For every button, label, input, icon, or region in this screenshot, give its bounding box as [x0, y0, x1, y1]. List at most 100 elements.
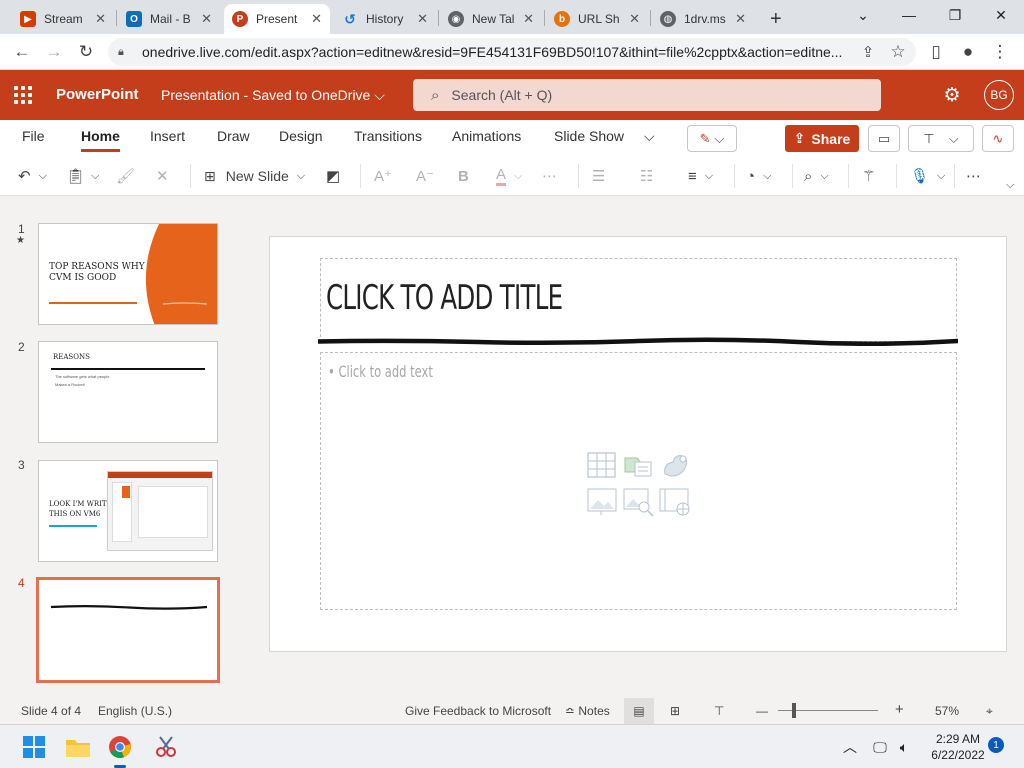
search-input[interactable]: ⌕ Search (Alt + Q): [413, 79, 881, 111]
tab-insert[interactable]: Insert: [150, 128, 185, 144]
slide-title-placeholder-text[interactable]: CLICK TO ADD TITLE: [326, 278, 563, 318]
close-tab-icon[interactable]: ✕: [523, 11, 534, 27]
tab-animations[interactable]: Animations: [452, 128, 521, 144]
show-hidden-icons-chevron[interactable]: ︿: [836, 733, 864, 761]
browser-tab-url-shortener[interactable]: b URL Sh ✕: [546, 4, 648, 34]
present-button[interactable]: ⊤ ⌵: [908, 125, 974, 152]
slide-sorter-icon[interactable]: ⊞: [670, 704, 680, 718]
insert-stock-image-icon[interactable]: [623, 488, 655, 518]
profile-icon[interactable]: ●: [954, 38, 982, 66]
find-button[interactable]: ⌕ ⌵: [804, 163, 829, 189]
slide-thumbnail[interactable]: REASONS The software gets what people Ma…: [38, 341, 218, 443]
format-painter-icon[interactable]: 🖌︎: [116, 163, 135, 189]
insert-smartart-icon[interactable]: [623, 452, 653, 479]
share-page-icon[interactable]: ⇪: [854, 38, 882, 66]
browser-tab-history[interactable]: ↺ History ✕: [334, 4, 436, 34]
tab-slide-show[interactable]: Slide Show: [554, 128, 624, 144]
shapes-button[interactable]: ◔ ⌵: [746, 163, 771, 189]
expand-ribbon-chevron-icon[interactable]: ⌵: [1006, 172, 1014, 198]
fit-to-window-icon[interactable]: ⌖: [986, 704, 993, 719]
bullets-icon[interactable]: ☰: [592, 163, 605, 189]
slide-thumbnail-selected[interactable]: [36, 577, 220, 683]
insert-icons-icon[interactable]: [659, 450, 691, 480]
close-tab-icon[interactable]: ✕: [311, 11, 322, 27]
insert-video-icon[interactable]: [659, 488, 693, 518]
layout-icon[interactable]: ◩: [326, 163, 340, 189]
numbering-icon[interactable]: ☷: [640, 163, 653, 189]
comments-button[interactable]: ▭: [868, 125, 900, 152]
notification-badge[interactable]: 1: [988, 737, 1004, 753]
close-tab-icon[interactable]: ✕: [417, 11, 428, 27]
side-panel-icon[interactable]: ▯: [922, 38, 950, 66]
tab-design[interactable]: Design: [279, 128, 323, 144]
reload-icon[interactable]: ↻: [72, 38, 100, 66]
browser-tab-mail[interactable]: O Mail - B ✕: [118, 4, 220, 34]
close-tab-icon[interactable]: ✕: [201, 11, 212, 27]
designer-wand-icon[interactable]: ⚚: [862, 163, 875, 189]
feedback-link[interactable]: Give Feedback to Microsoft: [405, 704, 551, 718]
app-launcher-icon[interactable]: [14, 86, 32, 104]
dictate-button[interactable]: 🎙︎ ⌵: [910, 163, 945, 189]
editing-mode-button[interactable]: ✎ ⌵: [687, 125, 737, 152]
document-title[interactable]: Presentation - Saved to OneDrive ⌵: [161, 87, 385, 104]
browser-tab-1drv[interactable]: ◍ 1drv.ms ✕: [652, 4, 754, 34]
system-clock[interactable]: 2:29 AM 6/22/2022: [918, 731, 998, 763]
content-placeholder-text[interactable]: • Click to add text: [328, 362, 433, 381]
windows-start-icon[interactable]: [20, 733, 48, 761]
close-window-button[interactable]: ✕: [978, 0, 1024, 30]
tab-file[interactable]: File: [22, 128, 45, 144]
browser-tab-stream[interactable]: ▶ Stream ✕: [12, 4, 114, 34]
font-color-button[interactable]: A ⌵: [496, 163, 522, 189]
notes-button[interactable]: ≏ Notes: [565, 704, 610, 718]
zoom-in-button[interactable]: +: [895, 701, 904, 718]
reading-view-icon[interactable]: ⊤: [714, 704, 724, 718]
more-tabs-chevron-icon[interactable]: ⌵: [644, 128, 655, 145]
chrome-browser-icon[interactable]: [106, 733, 134, 761]
share-button[interactable]: ⇪ Share: [785, 125, 859, 152]
decrease-font-icon[interactable]: A⁻: [416, 163, 434, 189]
minimize-button[interactable]: —: [886, 0, 932, 30]
volume-icon[interactable]: 🔈︎: [890, 733, 918, 761]
slide-thumbnail[interactable]: TOP REASONS WHY CVM IS GOOD: [38, 223, 218, 325]
delete-icon[interactable]: ✕: [156, 163, 169, 189]
back-arrow-icon[interactable]: ←: [8, 38, 36, 66]
close-tab-icon[interactable]: ✕: [735, 11, 746, 27]
settings-gear-icon[interactable]: ⚙: [940, 83, 964, 107]
tab-home[interactable]: Home: [81, 128, 120, 152]
new-slide-button[interactable]: ⊞ New Slide ⌵: [204, 163, 305, 189]
snipping-tool-icon[interactable]: [152, 733, 180, 761]
insert-table-icon[interactable]: [587, 452, 617, 479]
app-name[interactable]: PowerPoint: [56, 86, 139, 103]
close-tab-icon[interactable]: ✕: [95, 11, 106, 27]
undo-button[interactable]: ↶ ⌵: [18, 163, 47, 189]
insert-picture-icon[interactable]: [587, 488, 619, 516]
activity-button[interactable]: ∿: [982, 125, 1014, 152]
file-explorer-icon[interactable]: [64, 733, 92, 761]
zoom-out-button[interactable]: —: [756, 704, 768, 718]
tab-search-icon[interactable]: ⌄: [840, 0, 886, 30]
url-bar[interactable]: 🔒︎ onedrive.live.com/edit.aspx?action=ed…: [108, 38, 916, 66]
language-indicator[interactable]: English (U.S.): [98, 704, 172, 718]
bold-icon[interactable]: B: [458, 163, 469, 189]
bookmark-star-icon[interactable]: ☆: [884, 38, 912, 66]
browser-menu-icon[interactable]: ⋮: [986, 38, 1014, 66]
forward-arrow-icon[interactable]: →: [40, 38, 68, 66]
new-tab-button[interactable]: +: [762, 4, 792, 34]
content-placeholder[interactable]: [320, 352, 957, 610]
more-font-options-icon[interactable]: ⋯: [542, 163, 557, 189]
zoom-slider-thumb[interactable]: [792, 703, 796, 718]
increase-font-icon[interactable]: A⁺: [374, 163, 392, 189]
paste-button[interactable]: 📋︎ ⌵: [66, 163, 99, 189]
browser-tab-presentation[interactable]: P Present ✕: [224, 4, 330, 34]
more-options-icon[interactable]: ⋯: [966, 163, 981, 189]
browser-tab-new-tab[interactable]: ◉ New Tal ✕: [440, 4, 542, 34]
avatar[interactable]: BG: [984, 80, 1014, 110]
align-button[interactable]: ≡ ⌵: [688, 163, 713, 189]
normal-view-icon[interactable]: ▤: [624, 698, 654, 724]
tab-draw[interactable]: Draw: [217, 128, 250, 144]
zoom-level[interactable]: 57%: [935, 704, 959, 718]
slide-thumbnail[interactable]: LOOK I'M WRITING THIS ON VM6: [38, 460, 218, 562]
tab-transitions[interactable]: Transitions: [354, 128, 422, 144]
restore-button[interactable]: ❐: [932, 0, 978, 30]
close-tab-icon[interactable]: ✕: [629, 11, 640, 27]
